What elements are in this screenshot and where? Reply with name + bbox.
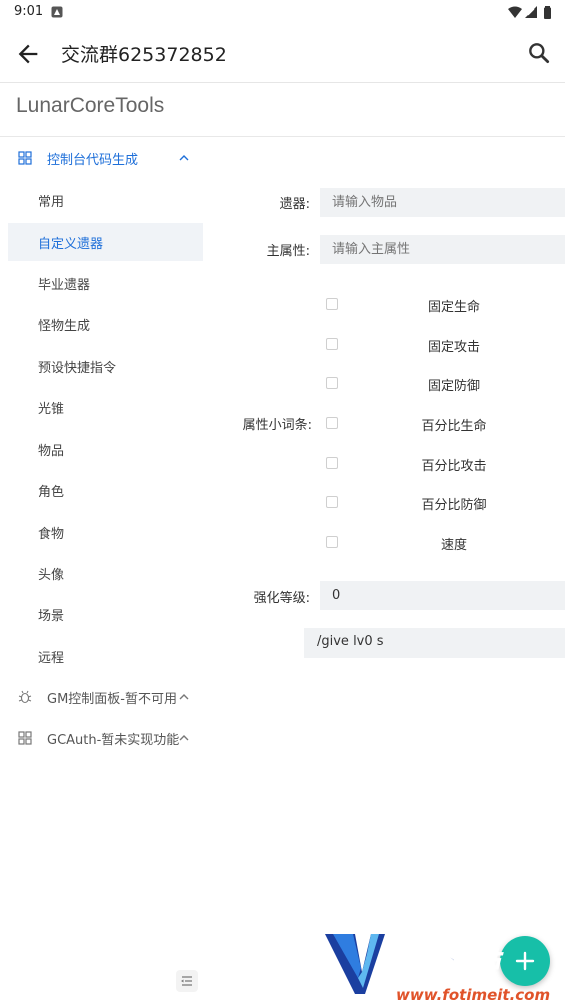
notification-icon [51, 6, 63, 18]
bug-icon [18, 690, 32, 704]
sidebar-group-gm[interactable]: GM控制面板-暂不可用 [0, 679, 205, 715]
sub-attr-checkbox-atk-flat[interactable]: 固定攻击 [326, 335, 565, 355]
sidebar-item-items[interactable]: 物品 [8, 430, 203, 468]
sub-attr-checkbox-atk-pct[interactable]: 百分比攻击 [326, 454, 565, 474]
sidebar-item-label: 毕业遗器 [38, 278, 91, 293]
grid-icon [18, 151, 32, 165]
sidebar-group-label: GCAuth-暂未实现功能 [47, 733, 180, 748]
sidebar-item-label: 头像 [38, 568, 65, 583]
chevron-up-icon [179, 155, 189, 161]
chevron-up-icon [179, 694, 189, 700]
signal-icon [525, 6, 537, 18]
page-title: 交流群625372852 [61, 44, 227, 66]
status-time: 9:01 [14, 4, 44, 19]
sidebar-group-console[interactable]: 控制台代码生成 [0, 140, 205, 176]
sub-attr-checkbox-def-pct[interactable]: 百分比防御 [326, 493, 565, 513]
sidebar-item-characters[interactable]: 角色 [8, 471, 203, 509]
sidebar-item-label: 远程 [38, 651, 65, 666]
sidebar-item-preset-commands[interactable]: 预设快捷指令 [8, 347, 203, 385]
checkbox-label: 百分比生命 [421, 419, 487, 434]
brand-title: LunarCoreTools [16, 94, 165, 117]
sidebar-item-avatar[interactable]: 头像 [8, 554, 203, 592]
sidebar-item-label: 角色 [38, 485, 65, 500]
sub-attr-checkbox-def-flat[interactable]: 固定防御 [326, 374, 565, 394]
checkbox-label: 百分比防御 [421, 498, 487, 513]
main-attr-label: 主属性: [266, 244, 310, 259]
app-bar: 交流群625372852 [0, 26, 565, 83]
search-icon[interactable] [526, 40, 552, 66]
main-attr-input[interactable] [320, 235, 565, 264]
status-bar: 9:01 [0, 0, 565, 26]
sidebar-item-label: 预设快捷指令 [38, 361, 117, 376]
checkbox-label: 速度 [440, 538, 467, 553]
sidebar-item-graduate-relic[interactable]: 毕业遗器 [8, 264, 203, 302]
plus-icon [515, 951, 535, 971]
level-label: 强化等级: [253, 591, 310, 606]
sidebar-item-label: 食物 [38, 527, 65, 542]
sidebar-group-label: 控制台代码生成 [47, 153, 139, 168]
watermark-url: www.fotimeit.com [396, 986, 551, 1004]
add-button[interactable] [500, 936, 550, 986]
watermark-text: 清源下载站 [389, 948, 501, 974]
sub-attr-label: 属性小词条: [242, 418, 312, 433]
level-input[interactable] [320, 581, 565, 610]
sidebar-item-custom-relic[interactable]: 自定义遗器 [8, 223, 203, 261]
menu-toggle-button[interactable] [176, 970, 198, 992]
checkbox-label: 固定生命 [427, 300, 480, 315]
sidebar-item-label: 怪物生成 [38, 319, 91, 334]
sidebar-item-label: 光锥 [38, 402, 65, 417]
sidebar-item-label: 场景 [38, 609, 65, 624]
sub-attr-checkbox-hp-pct[interactable]: 百分比生命 [326, 414, 565, 434]
sidebar-item-food[interactable]: 食物 [8, 513, 203, 551]
sidebar-group-gcauth[interactable]: GCAuth-暂未实现功能 [0, 720, 205, 756]
command-output[interactable]: /give lv0 s [304, 628, 565, 658]
sidebar-item-common[interactable]: 常用 [8, 181, 203, 219]
checkbox-label: 固定攻击 [427, 340, 480, 355]
battery-icon [544, 6, 551, 19]
back-arrow-icon[interactable] [14, 40, 42, 68]
sidebar-item-label: 常用 [38, 195, 65, 210]
sidebar-item-label: 自定义遗器 [38, 237, 104, 252]
list-icon [181, 976, 192, 986]
relic-label: 遗器: [279, 197, 310, 212]
sidebar-group-label: GM控制面板-暂不可用 [47, 692, 177, 707]
sub-attr-checkbox-speed[interactable]: 速度 [326, 533, 565, 553]
divider [0, 136, 565, 137]
sidebar-item-remote[interactable]: 远程 [8, 637, 203, 675]
wifi-icon [508, 6, 522, 18]
grid-icon [18, 731, 32, 745]
sidebar-item-light-cone[interactable]: 光锥 [8, 388, 203, 426]
checkbox-label: 固定防御 [427, 379, 480, 394]
sidebar-item-scene[interactable]: 场景 [8, 595, 203, 633]
sidebar-item-label: 物品 [38, 444, 65, 459]
chevron-up-icon [179, 735, 189, 741]
sidebar-item-monster-spawn[interactable]: 怪物生成 [8, 305, 203, 343]
relic-input[interactable] [320, 188, 565, 217]
sub-attr-checkbox-hp-flat[interactable]: 固定生命 [326, 295, 565, 315]
checkbox-label: 百分比攻击 [421, 459, 487, 474]
